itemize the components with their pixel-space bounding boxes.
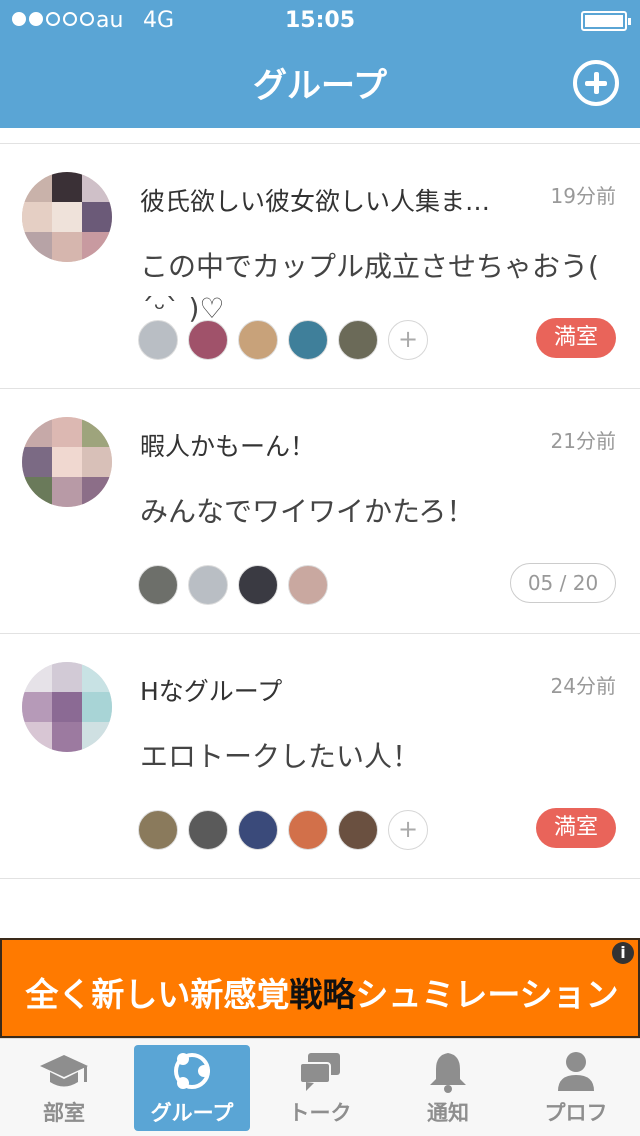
group-description: エロトークしたい人！ (140, 740, 421, 773)
group-card[interactable]: 暇人かもーん！ 21分前 みんなでワイワイかたろ！ 05 / 20 (0, 389, 640, 634)
bell-icon (422, 1049, 474, 1093)
member-avatar[interactable] (338, 810, 378, 850)
group-description: この中でカップル成立させちゃおう( ´ᵕ` )♡ (140, 250, 599, 325)
tab-label: トーク (288, 1101, 352, 1125)
member-avatar[interactable] (138, 810, 178, 850)
more-members-button[interactable]: + (388, 320, 428, 360)
member-avatar[interactable] (188, 565, 228, 605)
graduation-cap-icon (38, 1049, 90, 1093)
member-avatar[interactable] (288, 320, 328, 360)
tab-label: グループ (150, 1101, 234, 1125)
ad-banner-text: 全く新しい新感覚戦略シュミレーション (2, 968, 640, 1016)
tab-club-room[interactable]: 部室 (6, 1045, 122, 1131)
member-avatars: + (138, 810, 428, 850)
group-time: 24分前 (550, 674, 616, 698)
status-bar: au 4G 15:05 (0, 0, 640, 40)
member-avatar[interactable] (188, 320, 228, 360)
battery-icon (581, 11, 631, 31)
tab-label: プロフ (544, 1101, 608, 1125)
member-avatar[interactable] (288, 565, 328, 605)
group-time: 19分前 (550, 184, 616, 208)
ad-text-start: 全く新しい新感覚 (25, 975, 290, 1014)
group-time: 21分前 (550, 429, 616, 453)
member-avatars (138, 565, 328, 605)
member-avatar[interactable] (238, 810, 278, 850)
ad-text-end: シュミレーション (355, 975, 619, 1014)
page-title: グループ (253, 66, 387, 106)
group-share-icon (166, 1049, 218, 1093)
group-card[interactable]: Hなグループ 24分前 エロトークしたい人！ + 満室 (0, 634, 640, 879)
status-badge: 満室 (536, 318, 616, 358)
group-title: 彼氏欲しい彼女欲しい人集ま… (140, 187, 491, 216)
group-title: Hなグループ (140, 677, 283, 706)
tab-notifications[interactable]: 通知 (390, 1045, 506, 1131)
group-list[interactable]: 彼氏欲しい彼女欲しい人集ま… 19分前 この中でカップル成立させちゃおう( ´ᵕ… (0, 128, 640, 938)
group-avatar[interactable] (22, 172, 112, 262)
member-avatar[interactable] (238, 565, 278, 605)
info-icon[interactable]: i (612, 942, 634, 964)
more-members-button[interactable]: + (388, 810, 428, 850)
member-avatar[interactable] (288, 810, 328, 850)
app-header: au 4G 15:05 グループ (0, 0, 640, 128)
tab-label: 部室 (43, 1101, 85, 1125)
list-top-divider (0, 128, 640, 144)
tab-talk[interactable]: トーク (262, 1045, 378, 1131)
tab-bar: 部室 グループ トーク 通知 プロフ (0, 1038, 640, 1136)
ad-text-emphasis: 戦略 (289, 975, 356, 1014)
tab-groups[interactable]: グループ (134, 1045, 250, 1131)
member-avatar[interactable] (138, 320, 178, 360)
member-count-badge: 05 / 20 (510, 563, 616, 603)
member-avatars: + (138, 320, 428, 360)
chat-bubbles-icon (294, 1049, 346, 1093)
group-avatar[interactable] (22, 417, 112, 507)
member-avatar[interactable] (338, 320, 378, 360)
group-description: みんなでワイワイかたろ！ (140, 495, 475, 528)
clock: 15:05 (284, 8, 356, 33)
add-group-button[interactable] (573, 60, 619, 106)
member-avatar[interactable] (188, 810, 228, 850)
member-avatar[interactable] (138, 565, 178, 605)
ad-banner[interactable]: 全く新しい新感覚戦略シュミレーション i (0, 938, 640, 1038)
status-badge: 満室 (536, 808, 616, 848)
tab-profile[interactable]: プロフ (518, 1045, 634, 1131)
group-title: 暇人かもーん！ (140, 432, 316, 461)
tab-label: 通知 (427, 1101, 469, 1125)
group-card[interactable]: 彼氏欲しい彼女欲しい人集ま… 19分前 この中でカップル成立させちゃおう( ´ᵕ… (0, 144, 640, 389)
group-avatar[interactable] (22, 662, 112, 752)
person-icon (550, 1049, 602, 1093)
member-avatar[interactable] (238, 320, 278, 360)
